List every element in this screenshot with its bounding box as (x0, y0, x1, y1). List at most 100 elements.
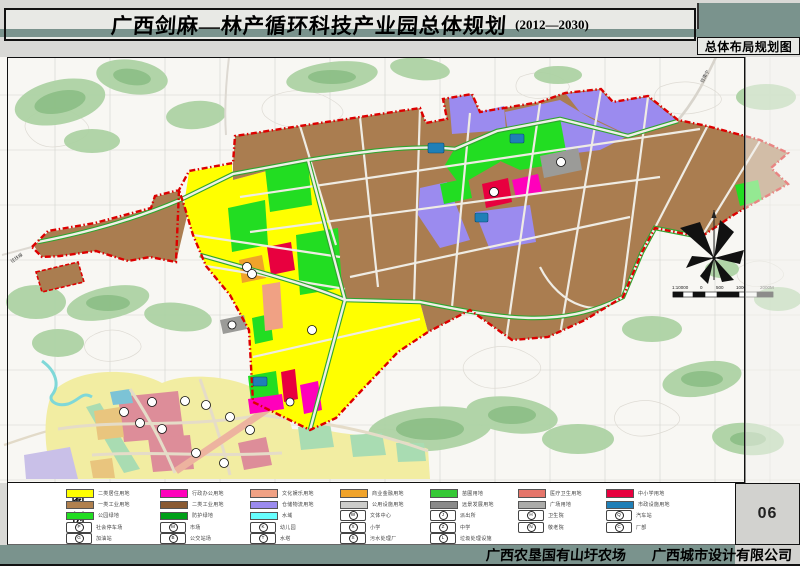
legend-swatch (250, 512, 278, 521)
legend-label: 仓储物流用地 (282, 501, 314, 508)
legend-entry: B 公交站场 (160, 533, 224, 544)
legend-label: 小学 (370, 524, 381, 531)
legend-swatch (430, 489, 458, 498)
legend-entry: 防护绿地 (160, 510, 224, 521)
legend-entry: C 厂部 (606, 522, 670, 533)
legend-label: 汽车站 (636, 512, 652, 519)
legend-entry: 广场用地 (518, 499, 582, 510)
legend-column-1: 二类居住用地一类工业用地公园绿地 P 社会停车场 G加油站 (66, 488, 130, 544)
legend-label: 水域 (282, 512, 293, 519)
legend-entry: G加油站 (66, 533, 130, 544)
legend-label: 幼儿园 (280, 524, 296, 531)
legend-label: 苗圃用地 (462, 490, 483, 497)
legend-swatch (250, 489, 278, 498)
legend-entry: 行政办公用地 (160, 488, 224, 499)
legend-label: 垃圾处理设施 (460, 535, 492, 542)
legend-symbol-icon: W (340, 510, 366, 521)
legend-symbol-icon: T (250, 533, 276, 544)
legend-entry: X 小学 (340, 522, 404, 533)
svg-text:1:10000: 1:10000 (672, 285, 689, 290)
legend-label: 加油站 (96, 535, 112, 542)
legend-swatch (606, 501, 634, 510)
legend-entry: J派出所 (430, 510, 494, 521)
legend-swatch (430, 501, 458, 510)
legend-swatch (160, 501, 188, 510)
legend-entry: N敬老院 (518, 522, 582, 533)
plan-sheet: 广西剑麻—林产循环科技产业园总体规划 (2012—2030) 总体布局规划图 (0, 0, 800, 566)
legend-label: 广场用地 (550, 501, 571, 508)
legend-entry: 苗圃用地 (430, 488, 494, 499)
legend-label: 社会停车场 (96, 524, 123, 531)
page-number-box: 06 (735, 483, 800, 545)
legend-label: 卫生院 (548, 512, 564, 519)
legend-swatch (518, 489, 546, 498)
legend-entry: 二类工业用地 (160, 499, 224, 510)
legend-entry: 公用设施用地 (340, 499, 404, 510)
legend-symbol-icon: Q (606, 510, 632, 521)
page-title: 广西剑麻—林产循环科技产业园总体规划 (110, 10, 508, 40)
cultural-parcel-salmon (262, 282, 283, 331)
legend-entry: Q 汽车站 (606, 510, 670, 521)
legend-label: 公交站场 (190, 535, 211, 542)
header-corner-block (697, 3, 800, 29)
legend-label: 商业金融用地 (372, 490, 404, 497)
footer-designer: 广西城市设计有限公司 (651, 545, 792, 565)
legend-panel: 图例 二类居住用地一类工业用地公园绿地P社会停车场G加油站行政办公用地二类工业用… (7, 483, 735, 545)
legend-label: 一类工业用地 (98, 501, 130, 508)
legend-symbol-icon: X (340, 522, 366, 533)
legend-swatch (250, 501, 278, 510)
legend-symbol-icon: S (340, 533, 366, 544)
legend-symbol-icon: C (606, 522, 632, 533)
legend-swatch (606, 489, 634, 498)
legend-symbol-icon: M (160, 522, 186, 533)
legend-symbol-icon: N (518, 522, 544, 533)
legend-symbol-icon: B (160, 533, 186, 544)
legend-label: 市场 (190, 524, 201, 531)
sheet-label-box: 总体布局规划图 (697, 37, 800, 55)
legend-label: 文体中心 (370, 512, 391, 519)
legend-symbol-icon: P (66, 522, 92, 533)
legend-label: 二类工业用地 (192, 501, 224, 508)
legend-entry: H 卫生院 (518, 510, 582, 521)
right-margin (745, 57, 800, 483)
legend-column-5: 苗圃用地远景发展用地J派出所Z 中学 L垃圾处理设施 (430, 488, 494, 544)
legend-swatch (66, 501, 94, 510)
legend-label: 污水处理厂 (370, 535, 397, 542)
page-number: 06 (758, 505, 778, 523)
legend-label: 中小学用地 (638, 490, 665, 497)
legend-column-7: 中小学用地市政设施用地 Q 汽车站 C 厂部 (606, 488, 670, 533)
legend-label: 公用设施用地 (372, 501, 404, 508)
legend-label: 中学 (460, 524, 471, 531)
legend-entry: L垃圾处理设施 (430, 533, 494, 544)
legend-swatch (340, 501, 368, 510)
legend-label: 公园绿地 (98, 512, 119, 519)
legend-entry: 文化娱乐用地 (250, 488, 314, 499)
footer-bar: 广西农垦国有山圩农场 广西城市设计有限公司 (0, 545, 800, 566)
legend-entry: 商业金融用地 (340, 488, 404, 499)
legend-label: 派出所 (460, 512, 476, 519)
legend-swatch (160, 489, 188, 498)
legend-symbol-icon: Z (430, 522, 456, 533)
legend-entry: S 污水处理厂 (340, 533, 404, 544)
legend-swatch (160, 512, 188, 521)
legend-entry: W 文体中心 (340, 510, 404, 521)
legend-column-4: 商业金融用地公用设施用地 W 文体中心 X 小学 S 污水处理厂 (340, 488, 404, 544)
legend-entry: 远景发展用地 (430, 499, 494, 510)
legend-entry: P 社会停车场 (66, 522, 130, 533)
legend-column-3: 文化娱乐用地仓储物流用地水域K幼儿园T水塔 (250, 488, 314, 544)
legend-label: 厂部 (636, 524, 647, 531)
legend-entry: K 幼儿园 (250, 522, 314, 533)
legend-label: 文化娱乐用地 (282, 490, 314, 497)
legend-entry: Z 中学 (430, 522, 494, 533)
legend-label: 防护绿地 (192, 512, 213, 519)
legend-symbol-icon: K (250, 522, 276, 533)
legend-entry: 公园绿地 (66, 510, 130, 521)
footer-client: 广西农垦国有山圩农场 (485, 545, 626, 565)
legend-entry: M 市场 (160, 522, 224, 533)
legend-symbol-icon: H (518, 510, 544, 521)
legend-entry: 二类居住用地 (66, 488, 130, 499)
legend-swatch (66, 512, 94, 521)
legend-label: 市政设施用地 (638, 501, 670, 508)
school-parcel-red-3 (281, 369, 298, 402)
legend-swatch (340, 489, 368, 498)
